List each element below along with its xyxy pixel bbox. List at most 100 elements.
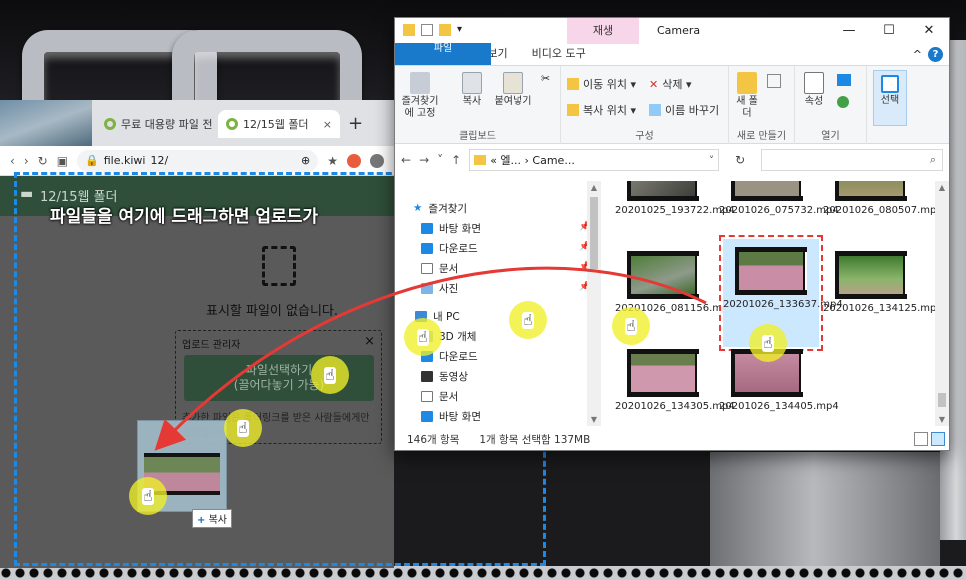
file-name: 20201026_080507.mp4 — [823, 205, 937, 216]
collapse-ribbon-icon[interactable]: ^ — [913, 48, 922, 61]
scroll-down-icon[interactable]: ▼ — [935, 415, 949, 424]
tab-free-upload[interactable]: 무료 대용량 파일 전 — [96, 110, 216, 138]
customize-icon[interactable]: ▾ — [457, 24, 469, 36]
back-icon[interactable]: ← — [401, 153, 411, 167]
video-file[interactable]: 20201026_134305.mp4 — [615, 349, 735, 413]
tab-video-tools[interactable]: 비디오 도구 — [520, 43, 598, 65]
nav-this-pc-label: 내 PC — [433, 310, 460, 323]
copy-to-button[interactable]: 복사 위치 ▾ — [567, 102, 636, 118]
nav-pc-desktop[interactable]: 바탕 화면 — [421, 407, 481, 425]
hand-cursor-icon: ☝ — [142, 486, 154, 505]
refresh-icon[interactable]: ↻ — [727, 153, 753, 167]
forward-icon[interactable]: › — [24, 154, 29, 168]
zoom-icon[interactable]: ⊕ — [301, 154, 310, 167]
maximize-button[interactable]: ☐ — [869, 18, 909, 44]
cut-icon[interactable]: ✂ — [541, 72, 550, 85]
nav-downloads-label: 다운로드 — [439, 242, 478, 255]
paste-button[interactable]: 붙여넣기 — [493, 72, 533, 108]
history-icon[interactable] — [837, 96, 849, 108]
scroll-up-icon[interactable]: ▲ — [935, 183, 949, 192]
video-file[interactable]: 20201025_193722.mp4 — [615, 181, 735, 217]
ribbon-tabs: 파일 홈 공유 보기 비디오 도구 ^ ? — [395, 43, 949, 66]
back-icon[interactable]: ‹ — [10, 154, 15, 168]
new-tab-button[interactable]: + — [348, 113, 363, 134]
nav-pictures-label: 사진 — [439, 282, 459, 295]
hand-cursor-icon: ☝ — [324, 365, 336, 384]
clipboard-group-label: 클립보드 — [459, 131, 496, 142]
copy-button[interactable]: 복사 — [457, 72, 487, 108]
extension-icon[interactable] — [347, 153, 361, 168]
tab-file[interactable]: 파일 — [395, 43, 491, 65]
copy-to-icon — [567, 104, 579, 116]
minimize-button[interactable]: — — [829, 18, 869, 44]
nav-pc-documents[interactable]: 문서 — [421, 387, 458, 405]
video-file[interactable]: 20201026_081156.mp4 — [615, 251, 735, 315]
video-file[interactable]: 20201026_075732.mp4 — [719, 181, 839, 217]
cursor-highlight: ☝ — [129, 477, 167, 515]
checkbox-icon[interactable] — [421, 24, 433, 36]
tab-folder[interactable]: 12/15웹 폴더 × — [218, 110, 340, 138]
pin-quick-access-label: 즐겨찾기에 고정 — [401, 96, 439, 119]
address-bar: ‹ › ↻ ▣ 🔒 file.kiwi 12/ ⊕ ★ — [0, 146, 394, 176]
nav-scrollbar[interactable]: ▲ ▼ — [587, 181, 601, 426]
video-file[interactable]: 20201026_080507.mp4 — [823, 181, 937, 217]
large-icons-view-icon[interactable] — [931, 432, 945, 446]
delete-button[interactable]: ✕ 삭제 ▾ — [649, 76, 691, 92]
drag-drop-overlay-text: 파일들을 여기에 드래그하면 업로드가 — [50, 207, 318, 227]
new-item-icon[interactable] — [767, 74, 781, 88]
new-folder-button[interactable]: 새 폴더 — [733, 72, 761, 120]
details-view-icon[interactable] — [914, 432, 928, 446]
video-thumbnail — [735, 247, 807, 295]
tab-close-icon[interactable]: × — [323, 118, 332, 131]
tab-label: 12/15웹 폴더 — [243, 118, 309, 131]
context-tab-play[interactable]: 재생 — [567, 18, 639, 44]
folder-icon[interactable] — [439, 24, 451, 36]
files-scrollbar[interactable]: ▲ ▼ — [935, 181, 949, 426]
help-icon[interactable]: ? — [928, 47, 943, 62]
open-icon[interactable] — [837, 74, 851, 86]
url-field[interactable]: 🔒 file.kiwi 12/ ⊕ — [77, 149, 319, 172]
rename-button[interactable]: 이름 바꾸기 — [649, 102, 719, 118]
video-file[interactable]: 20201026_134125.mp4 — [823, 251, 937, 315]
mac-pro-stand — [710, 452, 940, 580]
scroll-down-icon[interactable]: ▼ — [587, 415, 601, 424]
nav-videos[interactable]: 동영상 — [421, 367, 468, 385]
rename-label: 이름 바꾸기 — [665, 104, 720, 117]
scrollbar-thumb[interactable] — [938, 393, 946, 407]
title-bar: ▾ 재생 Camera — ☐ ✕ — [395, 18, 949, 44]
nav-desktop[interactable]: 바탕 화면 — [421, 219, 481, 237]
plus-icon: + — [197, 515, 206, 526]
reload-icon[interactable]: ↻ — [38, 154, 48, 168]
folder-icon[interactable] — [403, 24, 415, 36]
scrollbar-thumb[interactable] — [590, 197, 598, 269]
upload-manager-close-icon[interactable]: × — [364, 334, 375, 349]
nav-downloads[interactable]: 다운로드 — [421, 239, 478, 257]
pin-quick-access-button[interactable]: 즐겨찾기에 고정 — [399, 72, 441, 120]
properties-button[interactable]: 속성 — [799, 72, 829, 108]
desktop-icon — [421, 222, 433, 234]
extension-icon[interactable] — [370, 153, 384, 168]
nav-documents[interactable]: 문서 — [421, 259, 458, 277]
document-icon — [421, 390, 433, 402]
ribbon: 즐겨찾기에 고정 복사 붙여넣기 ✂ 클립보드 이동 위치 ▾ ✕ 삭제 ▾ 복사… — [395, 66, 949, 144]
bookmark-star-icon[interactable]: ★ — [327, 154, 338, 168]
close-button[interactable]: ✕ — [909, 18, 949, 44]
nav-pc-desktop-label: 바탕 화면 — [439, 410, 481, 423]
mac-pro-grille — [0, 566, 966, 580]
path-field[interactable]: « 엘... › Came... ˅ — [469, 149, 720, 171]
recent-locations-icon[interactable]: ˅ — [437, 153, 443, 167]
download-icon — [421, 242, 433, 254]
nav-pictures[interactable]: 사진 — [421, 279, 458, 297]
copy-label: 복사 — [462, 96, 482, 107]
select-button[interactable]: 선택 — [873, 70, 907, 126]
path-dropdown-icon[interactable]: ˅ — [709, 154, 715, 167]
reader-icon[interactable]: ▣ — [57, 154, 68, 168]
up-icon[interactable]: ↑ — [451, 153, 461, 167]
search-input[interactable]: ⌕ — [761, 149, 943, 171]
quick-access-item[interactable]: ★ 즐겨찾기 — [413, 199, 467, 217]
forward-icon[interactable]: → — [419, 153, 429, 167]
select-label: 선택 — [880, 95, 900, 106]
open-group-label: 열기 — [821, 131, 840, 142]
move-to-button[interactable]: 이동 위치 ▾ — [567, 76, 636, 92]
scroll-up-icon[interactable]: ▲ — [587, 183, 601, 192]
